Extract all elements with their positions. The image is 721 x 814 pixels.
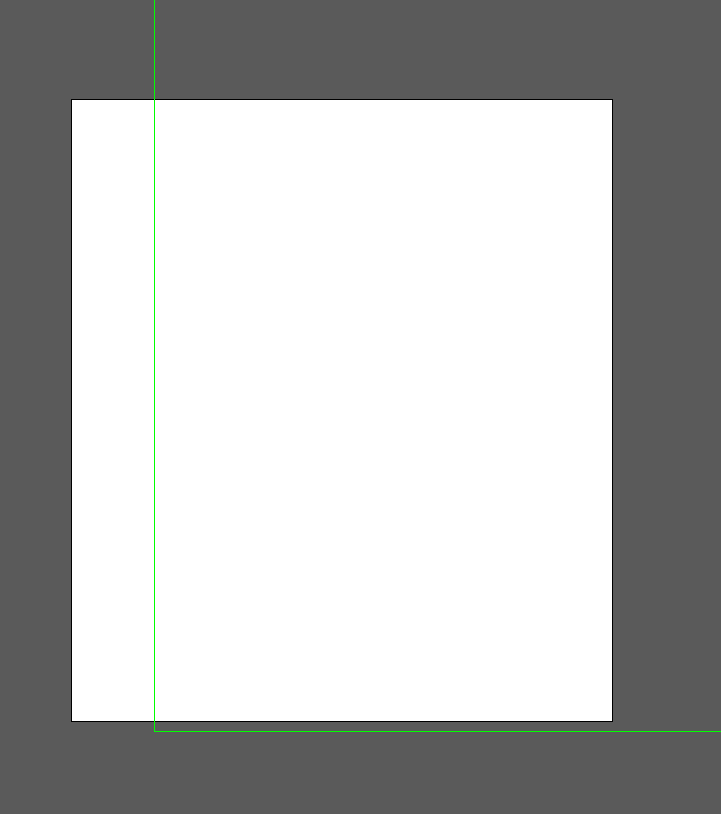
blank-canvas[interactable]	[71, 99, 613, 722]
ruler-guide-horizontal[interactable]	[154, 731, 721, 732]
